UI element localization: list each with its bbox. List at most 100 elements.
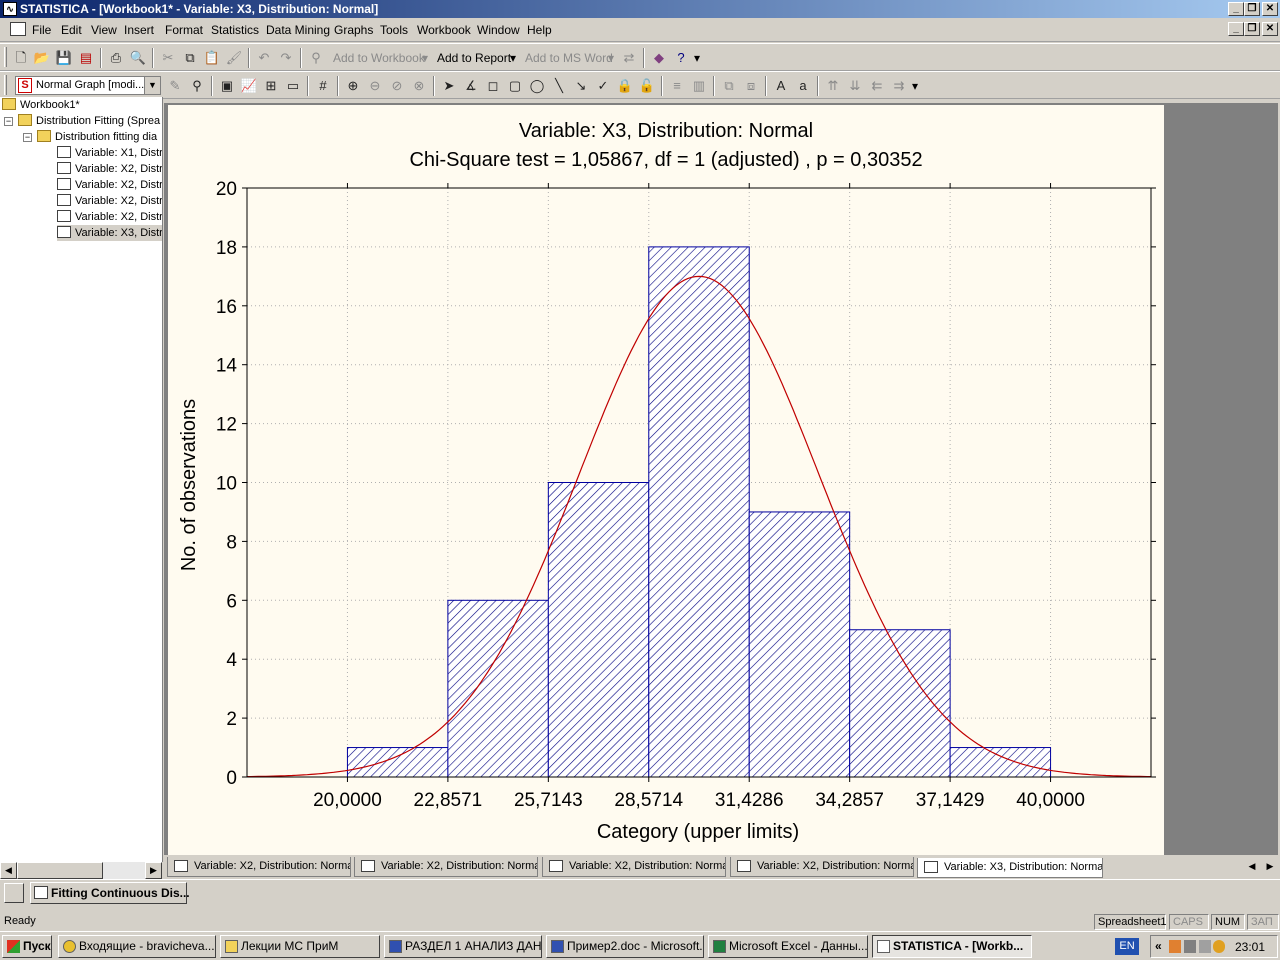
document-icon[interactable] (10, 22, 26, 36)
dropdown-arrow-icon[interactable]: ▾ (912, 79, 918, 93)
tree-item-graph[interactable]: Variable: X2, Distri (57, 209, 162, 225)
cut-icon[interactable]: ✂ (159, 49, 177, 67)
language-indicator[interactable]: EN (1115, 938, 1139, 955)
menu-data-mining[interactable]: Data Mining (266, 23, 330, 37)
paste-icon[interactable]: 📋 (203, 49, 221, 67)
window-icon[interactable]: ▭ (284, 77, 302, 95)
volume-icon[interactable] (1199, 940, 1211, 953)
line-style-icon[interactable]: ≡ (668, 77, 686, 95)
tree-node-fitting-dialog[interactable]: Distribution fitting dia (37, 129, 157, 145)
zoom-in-icon[interactable]: ⊕ (344, 77, 362, 95)
chart-edit-icon[interactable]: ∡ (462, 77, 480, 95)
tray-expand-icon[interactable]: « (1155, 939, 1162, 953)
add-to-workbook-button[interactable]: Add to Workbook (333, 51, 425, 65)
histogram-bar[interactable] (748, 511, 851, 778)
font-decrease-icon[interactable]: a (794, 77, 812, 95)
draw-polyline-icon[interactable]: ✓ (594, 77, 612, 95)
add-to-report-button[interactable]: Add to Report (437, 51, 511, 65)
align-right-icon[interactable]: ⇉ (890, 77, 908, 95)
graph-style-select[interactable]: S Normal Graph [modi... ▼ (15, 76, 161, 95)
zoom-reset-icon[interactable]: ⊗ (410, 77, 428, 95)
doc-minimize-button[interactable]: _ (1228, 22, 1244, 36)
font-increase-icon[interactable]: A (772, 77, 790, 95)
histogram-bar[interactable] (949, 747, 1052, 778)
copy-icon[interactable]: ⧉ (181, 49, 199, 67)
menu-tools[interactable]: Tools (380, 23, 408, 37)
tree-item-graph[interactable]: Variable: X1, Distri (57, 145, 162, 161)
update-icon[interactable] (1213, 940, 1225, 953)
print-icon[interactable]: ⎙ (107, 49, 125, 67)
tree-item-graph[interactable]: Variable: X2, Distri (57, 177, 162, 193)
menu-insert[interactable]: Insert (124, 23, 154, 37)
histogram-bar[interactable] (849, 629, 951, 778)
taskbar-item-excel[interactable]: Microsoft Excel - Данны... (708, 935, 868, 958)
histogram-bar[interactable] (648, 246, 750, 778)
taskbar-item-word-1[interactable]: РАЗДЕЛ 1 АНАЛИЗ ДАН... (384, 935, 542, 958)
statistica-analysis-icon[interactable] (4, 883, 24, 903)
format-painter-icon[interactable]: 🖌 (225, 49, 243, 67)
scroll-left-icon[interactable]: ◀ (0, 862, 17, 879)
tab-scroll-left-icon[interactable]: ◀ (1244, 859, 1260, 875)
graph-paper[interactable]: Variable: X3, Distribution: Normal Chi-S… (168, 105, 1164, 855)
undo-icon[interactable]: ↶ (255, 49, 273, 67)
add-to-msword-button[interactable]: Add to MS Word (525, 51, 613, 65)
collapse-icon[interactable]: − (23, 133, 32, 142)
histogram-bar[interactable] (547, 482, 650, 778)
book-icon[interactable]: ◆ (650, 49, 668, 67)
network-icon[interactable] (1184, 940, 1196, 953)
taskbar-item-word-2[interactable]: Пример2.doc - Microsoft... (546, 935, 704, 958)
zoom-region-icon[interactable]: ⊘ (388, 77, 406, 95)
draw-rounded-icon[interactable]: ▢ (506, 77, 524, 95)
bring-front-icon[interactable]: ⧉ (720, 77, 738, 95)
zoom-icon[interactable]: ⚲ (188, 77, 206, 95)
save-icon[interactable]: 💾 (55, 49, 73, 67)
align-top-icon[interactable]: ⇈ (824, 77, 842, 95)
grid-icon[interactable]: # (314, 77, 332, 95)
close-button[interactable]: ✕ (1262, 2, 1278, 16)
statistica-icon[interactable]: ∿ (3, 2, 17, 16)
redo-icon[interactable]: ↷ (277, 49, 295, 67)
draw-ellipse-icon[interactable]: ◯ (528, 77, 546, 95)
tab-scroll-right-icon[interactable]: ▶ (1262, 859, 1278, 875)
tab-x2-normal-1[interactable]: Variable: X2, Distribution: Normal (167, 857, 351, 877)
align-bottom-icon[interactable]: ⇊ (846, 77, 864, 95)
scroll-thumb[interactable] (17, 862, 103, 879)
dropdown-arrow-icon[interactable]: ▾ (608, 51, 614, 65)
doc-restore-button[interactable]: ❐ (1244, 22, 1260, 36)
menu-format[interactable]: Format (165, 23, 203, 37)
unlock-icon[interactable]: 🔓 (638, 77, 656, 95)
menu-view[interactable]: View (91, 23, 117, 37)
pdf-icon[interactable]: ▤ (77, 49, 95, 67)
dropdown-arrow-icon[interactable]: ▾ (510, 51, 516, 65)
menu-window[interactable]: Window (477, 23, 520, 37)
collapse-icon[interactable]: − (4, 117, 13, 126)
tab-x2-normal-3[interactable]: Variable: X2, Distribution: Normal (542, 857, 726, 877)
graph-options-icon[interactable]: ▣ (218, 77, 236, 95)
send-back-icon[interactable]: ⧈ (742, 77, 760, 95)
tree-item-graph[interactable]: Variable: X2, Distri (57, 161, 162, 177)
tray-app-icon[interactable] (1169, 940, 1181, 953)
chevron-down-icon[interactable]: ▼ (144, 77, 160, 94)
histogram-bar[interactable] (346, 747, 449, 778)
help-cursor-icon[interactable]: ? (672, 49, 690, 67)
taskbar-item-statistica[interactable]: STATISTICA - [Workb... (872, 935, 1032, 958)
scroll-right-icon[interactable]: ▶ (145, 862, 162, 879)
menu-workbook[interactable]: Workbook (417, 23, 471, 37)
taskbar-item-folder[interactable]: Лекции МС ПриМ (220, 935, 380, 958)
brush-icon[interactable]: ✎ (166, 77, 184, 95)
open-icon[interactable]: 📂 (33, 49, 51, 67)
tab-x2-normal-2[interactable]: Variable: X2, Distribution: Normal (354, 857, 538, 877)
menu-statistics[interactable]: Statistics (211, 23, 259, 37)
binoculars-icon[interactable]: ⚲ (307, 49, 325, 67)
draw-rectangle-icon[interactable]: ◻ (484, 77, 502, 95)
taskbar-item-mail[interactable]: Входящие - bravicheva... (58, 935, 216, 958)
dropdown-arrow-icon[interactable]: ▾ (694, 51, 700, 65)
align-left-icon[interactable]: ⇇ (868, 77, 886, 95)
draw-arrow-icon[interactable]: ↘ (572, 77, 590, 95)
dropdown-arrow-icon[interactable]: ▾ (422, 51, 428, 65)
histogram-bar[interactable] (447, 599, 549, 778)
tree-item-graph[interactable]: Variable: X2, Distri (57, 193, 162, 209)
tree-horizontal-scrollbar[interactable]: ◀ ▶ (0, 862, 162, 879)
tab-x2-normal-4[interactable]: Variable: X2, Distribution: Normal (730, 857, 914, 877)
fill-pattern-icon[interactable]: ▥ (690, 77, 708, 95)
